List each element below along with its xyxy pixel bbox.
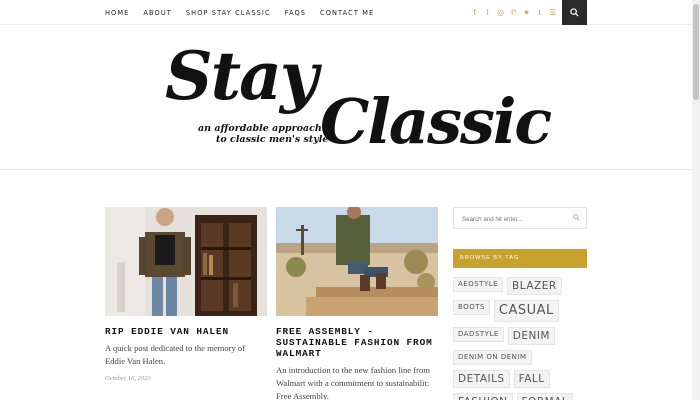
tag-link[interactable]: DENIM bbox=[507, 327, 555, 345]
tag-link[interactable]: FASHION bbox=[453, 393, 513, 400]
search-icon bbox=[570, 8, 579, 17]
tag-link[interactable]: BOOTS bbox=[453, 300, 490, 315]
sidebar-search-input[interactable] bbox=[454, 209, 564, 230]
post-excerpt: An introduction to the new fashion line … bbox=[276, 365, 430, 400]
tag-link[interactable]: DENIM ON DENIM bbox=[453, 350, 532, 365]
instagram-icon[interactable]: ◎ bbox=[494, 8, 507, 17]
tag-link[interactable]: BLAZER bbox=[507, 277, 562, 295]
post-image-man-in-desert bbox=[276, 207, 438, 316]
search-toggle-button[interactable] bbox=[562, 0, 587, 25]
tag-link[interactable]: FALL bbox=[513, 370, 550, 388]
top-navigation-bar: HOME ABOUT SHOP STAY CLASSIC FAQS CONTAC… bbox=[0, 0, 692, 25]
rss-icon[interactable]: ☰ bbox=[546, 8, 559, 17]
main-menu: HOME ABOUT SHOP STAY CLASSIC FAQS CONTAC… bbox=[105, 0, 388, 25]
social-links: f t ◎ ℗ ♥ t ☰ bbox=[468, 0, 559, 25]
post-image-man-in-front-of-cabinet bbox=[105, 207, 267, 316]
logo-word-stay: Stay bbox=[165, 37, 318, 115]
tag-link[interactable]: DETAILS bbox=[453, 370, 510, 388]
scrollbar-thumb[interactable] bbox=[693, 4, 699, 100]
tag-link[interactable]: FORMAL bbox=[516, 393, 574, 400]
sidebar-search-box bbox=[453, 207, 587, 230]
twitter-icon[interactable]: t bbox=[481, 8, 494, 17]
nav-shop-stay-classic[interactable]: SHOP STAY CLASSIC bbox=[186, 9, 271, 17]
logo-tagline-line1: an affordable approach bbox=[198, 123, 322, 134]
tumblr-icon[interactable]: t bbox=[533, 8, 546, 17]
tag-link[interactable]: AEOSTYLE bbox=[453, 277, 504, 292]
tag-link[interactable]: CASUAL bbox=[493, 300, 559, 322]
post-title[interactable]: FREE ASSEMBLY - SUSTAINABLE FASHION FROM… bbox=[276, 326, 438, 359]
site-logo[interactable]: Stay Classic an affordable approach to c… bbox=[160, 35, 552, 160]
post-excerpt: A quick post dedicated to the memory of … bbox=[105, 343, 246, 366]
post-card: FREE ASSEMBLY - SUSTAINABLE FASHION FROM… bbox=[276, 207, 438, 400]
tags-widget-heading: BROWSE BY TAG bbox=[453, 249, 587, 268]
site-header: Stay Classic an affordable approach to c… bbox=[0, 25, 692, 170]
tag-cloud: AEOSTYLE BLAZER BOOTS CASUAL DADSTYLE DENIM DE… bbox=[453, 277, 591, 400]
logo-word-classic: Classic bbox=[320, 85, 552, 158]
post-title[interactable]: RIP EDDIE VAN HALEN bbox=[105, 326, 267, 337]
nav-about[interactable]: ABOUT bbox=[143, 9, 171, 17]
search-icon[interactable] bbox=[573, 214, 580, 221]
bloglovin-icon[interactable]: ♥ bbox=[520, 8, 533, 17]
logo-tagline-line2: to classic men's style bbox=[216, 134, 329, 145]
nav-faqs[interactable]: FAQS bbox=[285, 9, 306, 17]
post-thumbnail[interactable] bbox=[276, 207, 438, 316]
post-card: RIP EDDIE VAN HALEN A quick post dedicat… bbox=[105, 207, 267, 382]
facebook-icon[interactable]: f bbox=[468, 8, 481, 17]
post-thumbnail[interactable] bbox=[105, 207, 267, 316]
page-scrollbar[interactable] bbox=[692, 0, 700, 400]
pinterest-icon[interactable]: ℗ bbox=[507, 8, 520, 17]
post-date: October 16, 2020 bbox=[105, 375, 151, 382]
tag-link[interactable]: DADSTYLE bbox=[453, 327, 504, 342]
nav-home[interactable]: HOME bbox=[105, 9, 129, 17]
nav-contact-me[interactable]: CONTACT ME bbox=[320, 9, 374, 17]
